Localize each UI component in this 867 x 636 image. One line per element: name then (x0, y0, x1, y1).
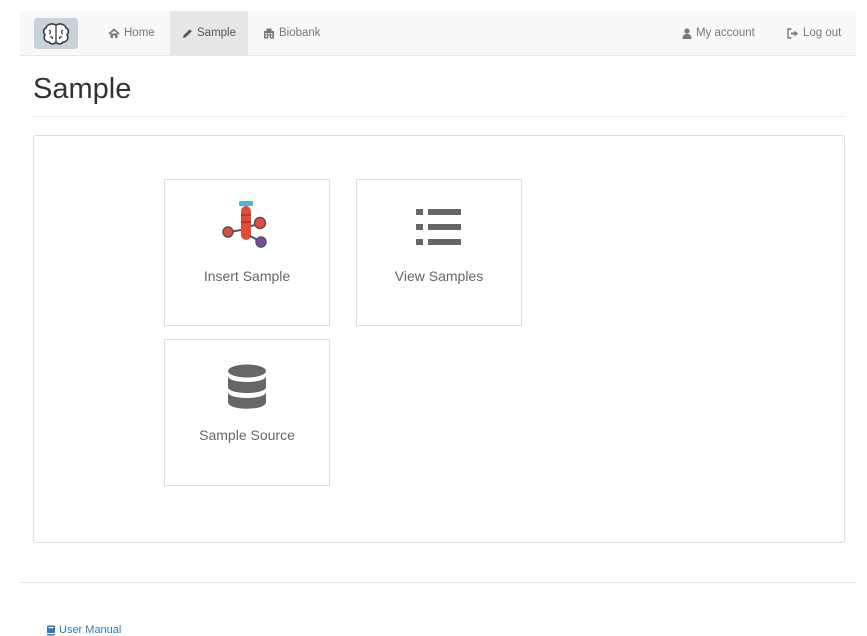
footer-divider (20, 582, 856, 583)
insert-sample-tile[interactable]: Insert Sample (164, 179, 330, 326)
page-title: Sample (33, 73, 132, 105)
nav-item-sample[interactable]: Sample (170, 11, 248, 55)
building-icon (264, 28, 274, 38)
nav-item-home-label: Home (124, 27, 155, 39)
sample-source-label: Sample Source (199, 427, 295, 443)
nav-item-log-out[interactable]: Log out (779, 11, 849, 55)
tile-icon-wrap (165, 364, 329, 410)
nav-item-my-account-label: My account (696, 27, 755, 39)
tile-icon-wrap (165, 200, 329, 252)
nav-item-home[interactable]: Home (98, 11, 165, 55)
nav-item-biobank[interactable]: Biobank (253, 11, 331, 55)
list-icon (416, 209, 461, 245)
user-manual-link[interactable]: User Manual (46, 624, 121, 636)
user-icon (682, 27, 692, 39)
view-samples-label: View Samples (394, 268, 484, 284)
top-navbar: Home Sample Biobank My account Log out (20, 11, 856, 56)
book-icon (47, 625, 55, 635)
sample-menu-panel: Insert Sample View Samples Sample Source (33, 135, 845, 543)
nav-item-my-account[interactable]: My account (672, 11, 765, 55)
nav-item-sample-label: Sample (197, 27, 236, 39)
title-divider (33, 116, 845, 117)
view-samples-tile[interactable]: View Samples (356, 179, 522, 326)
home-icon (108, 27, 120, 38)
nav-item-log-out-label: Log out (803, 27, 842, 39)
sample-source-tile[interactable]: Sample Source (164, 339, 330, 486)
log-out-icon (787, 27, 798, 39)
test-tube-icon (222, 201, 267, 248)
database-icon (228, 364, 266, 409)
insert-sample-label: Insert Sample (203, 268, 291, 284)
user-manual-label: User Manual (59, 624, 122, 636)
nav-item-biobank-label: Biobank (279, 27, 321, 39)
brand-logo[interactable] (34, 18, 78, 49)
pencil-icon (183, 28, 192, 38)
brain-icon (42, 22, 70, 45)
tile-icon-wrap (357, 209, 521, 245)
